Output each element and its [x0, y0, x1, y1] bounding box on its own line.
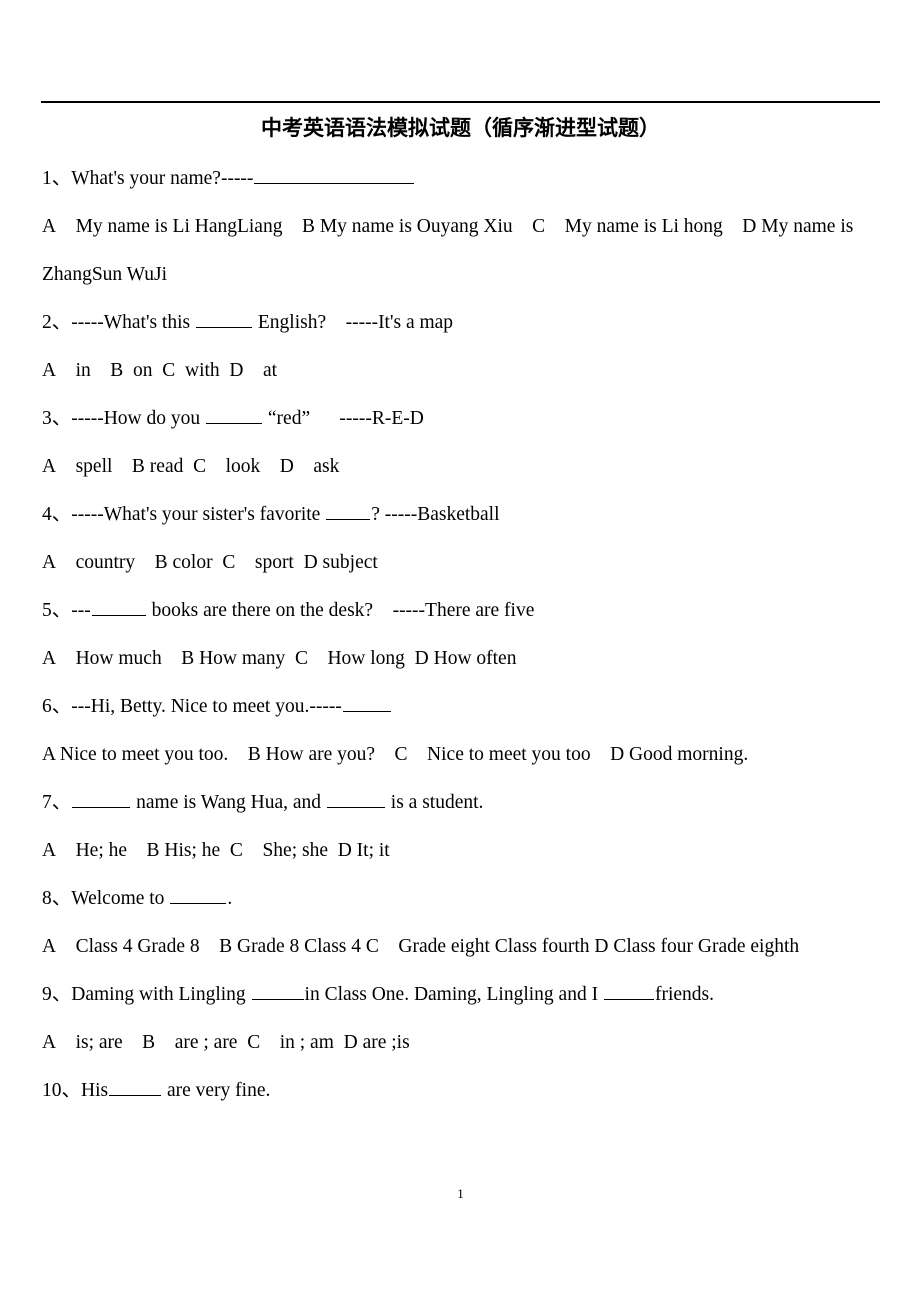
question-stem-10-text: 10、His: [42, 1080, 109, 1101]
answer-blank: [603, 980, 654, 1000]
answer-blank: [326, 500, 371, 520]
question-stem-5: 5、--- books are there on the desk? -----…: [42, 587, 880, 635]
answer-blank: [251, 980, 304, 1000]
question-options-5: A How much B How many C How long D How o…: [42, 648, 517, 669]
question-stem-8-text: 8、Welcome to: [42, 888, 170, 909]
question-options-6: A Nice to meet you too. B How are you? C…: [42, 744, 749, 765]
answer-blank: [206, 404, 263, 424]
question-stem-5-text-end: books are there on the desk? -----There …: [146, 600, 535, 621]
question-stem-2: 2、-----What's this English? -----It's a …: [42, 299, 880, 347]
question-options-9: A is; are B are ; are C in ; am D are ;i…: [42, 1032, 410, 1053]
answer-blank: [170, 884, 227, 904]
page-number: 1: [457, 1186, 464, 1201]
question-options-8: A Class 4 Grade 8 B Grade 8 Class 4 C Gr…: [42, 936, 800, 957]
question-stem-5-text: 5、---: [42, 600, 91, 621]
answer-blank: [254, 164, 415, 184]
question-stem-3-text-end: “red” -----R-E-D: [263, 408, 424, 429]
question-options-4: A country B color C sport D subject: [42, 552, 378, 573]
question-stem-6-text: 6、---Hi, Betty. Nice to meet you.-----: [42, 696, 342, 717]
question-stem-7-text: 7、: [42, 792, 72, 813]
question-stem-9: 9、Daming with Lingling in Class One. Dam…: [42, 971, 880, 1019]
question-stem-3: 3、-----How do you “red” -----R-E-D: [42, 395, 880, 443]
page-title: 中考英语语法模拟试题（循序渐进型试题）: [261, 116, 660, 140]
answer-blank: [109, 1076, 162, 1096]
question-stem-2-text: 2、-----What's this: [42, 312, 195, 333]
question-stem-4-text-end: ? -----Basketball: [371, 504, 500, 525]
document-page: 中考英语语法模拟试题（循序渐进型试题） 1、What's your name?-…: [0, 0, 920, 1302]
answer-blank: [326, 788, 385, 808]
question-stem-1: 1、What's your name?-----: [42, 155, 880, 203]
question-stem-1-text: 1、What's your name?-----: [42, 168, 254, 189]
exam-questions-list: 1、What's your name?----- A My name is Li…: [42, 155, 880, 1115]
answer-blank: [72, 788, 131, 808]
question-stem-3-text: 3、-----How do you: [42, 408, 206, 429]
question-stem-7-text-mid: name is Wang Hua, and: [131, 792, 326, 813]
question-stem-4: 4、-----What's your sister's favorite ? -…: [42, 491, 880, 539]
question-options-1: A My name is Li HangLiang B My name is O…: [42, 216, 854, 285]
answer-blank: [342, 692, 391, 712]
question-stem-6: 6、---Hi, Betty. Nice to meet you.-----: [42, 683, 880, 731]
question-options-7: A He; he B His; he C She; she D It; it: [42, 840, 390, 861]
question-options-3: A spell B read C look D ask: [42, 456, 340, 477]
answer-blank: [195, 308, 252, 328]
question-stem-8-text-end: .: [227, 888, 233, 909]
question-stem-8: 8、Welcome to .: [42, 875, 880, 923]
question-stem-9-text: 9、Daming with Lingling: [42, 984, 251, 1005]
answer-blank: [91, 596, 146, 616]
question-stem-7: 7、 name is Wang Hua, and is a student.: [42, 779, 880, 827]
question-stem-4-text: 4、-----What's your sister's favorite: [42, 504, 326, 525]
question-stem-10: 10、His are very fine.: [42, 1067, 880, 1115]
question-stem-9-text-mid: in Class One. Daming, Lingling and I: [304, 984, 603, 1005]
question-stem-2-text-end: English? -----It's a map: [252, 312, 454, 333]
header-divider: [41, 101, 880, 103]
question-options-2: A in B on C with D at: [42, 360, 278, 381]
question-stem-9-text-end: friends.: [654, 984, 714, 1005]
question-stem-10-text-end: are very fine.: [162, 1080, 271, 1101]
question-stem-7-text-end: is a student.: [385, 792, 484, 813]
